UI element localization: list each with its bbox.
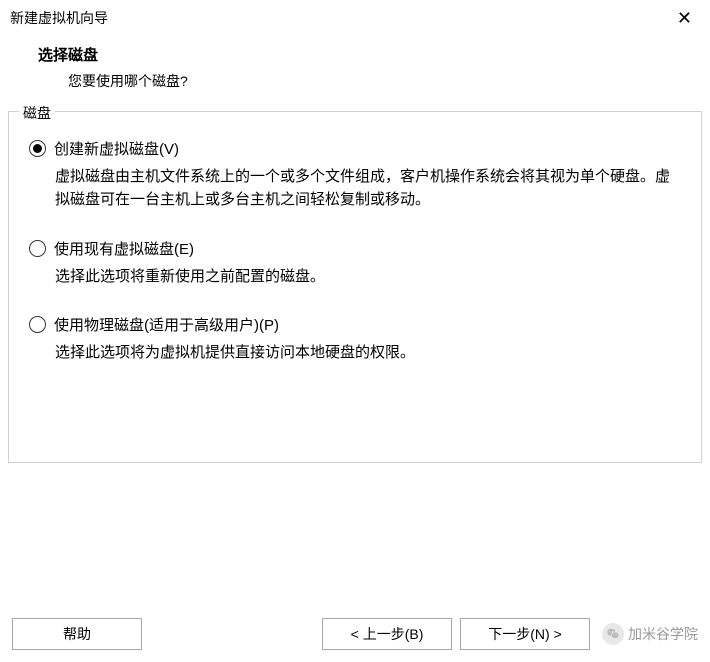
radio-label: 使用现有虚拟磁盘(E) bbox=[54, 238, 194, 259]
radio-icon bbox=[29, 316, 46, 333]
button-bar: 帮助 < 上一步(B) 下一步(N) > 加米谷学院 bbox=[0, 618, 710, 650]
radio-use-existing-disk[interactable]: 使用现有虚拟磁盘(E) bbox=[29, 238, 681, 259]
wechat-icon bbox=[602, 623, 624, 645]
next-button[interactable]: 下一步(N) > bbox=[460, 618, 590, 650]
window-title: 新建虚拟机向导 bbox=[10, 8, 108, 28]
option-use-physical-disk: 使用物理磁盘(适用于高级用户)(P) 选择此选项将为虚拟机提供直接访问本地硬盘的… bbox=[29, 314, 681, 364]
close-icon[interactable]: ✕ bbox=[669, 8, 700, 29]
page-title: 选择磁盘 bbox=[38, 44, 710, 65]
option-use-existing-disk: 使用现有虚拟磁盘(E) 选择此选项将重新使用之前配置的磁盘。 bbox=[29, 238, 681, 288]
radio-use-physical-disk[interactable]: 使用物理磁盘(适用于高级用户)(P) bbox=[29, 314, 681, 335]
titlebar: 新建虚拟机向导 ✕ bbox=[0, 0, 710, 34]
options-container: 创建新虚拟磁盘(V) 虚拟磁盘由主机文件系统上的一个或多个文件组成，客户机操作系… bbox=[9, 112, 701, 410]
fieldset-label: 磁盘 bbox=[19, 103, 55, 123]
watermark-text: 加米谷学院 bbox=[628, 624, 698, 644]
radio-label: 使用物理磁盘(适用于高级用户)(P) bbox=[54, 314, 279, 335]
wizard-header: 选择磁盘 您要使用哪个磁盘? bbox=[0, 34, 710, 111]
radio-label: 创建新虚拟磁盘(V) bbox=[54, 138, 179, 159]
radio-create-new-disk[interactable]: 创建新虚拟磁盘(V) bbox=[29, 138, 681, 159]
disk-options-panel: 磁盘 创建新虚拟磁盘(V) 虚拟磁盘由主机文件系统上的一个或多个文件组成，客户机… bbox=[8, 111, 702, 463]
page-subtitle: 您要使用哪个磁盘? bbox=[38, 71, 710, 91]
option-description: 选择此选项将为虚拟机提供直接访问本地硬盘的权限。 bbox=[55, 341, 675, 364]
watermark: 加米谷学院 bbox=[602, 623, 698, 645]
option-create-new-disk: 创建新虚拟磁盘(V) 虚拟磁盘由主机文件系统上的一个或多个文件组成，客户机操作系… bbox=[29, 138, 681, 212]
option-description: 选择此选项将重新使用之前配置的磁盘。 bbox=[55, 265, 675, 288]
option-description: 虚拟磁盘由主机文件系统上的一个或多个文件组成，客户机操作系统会将其视为单个硬盘。… bbox=[55, 165, 675, 212]
radio-icon bbox=[29, 140, 46, 157]
back-button[interactable]: < 上一步(B) bbox=[322, 618, 452, 650]
help-button[interactable]: 帮助 bbox=[12, 618, 142, 650]
radio-icon bbox=[29, 240, 46, 257]
